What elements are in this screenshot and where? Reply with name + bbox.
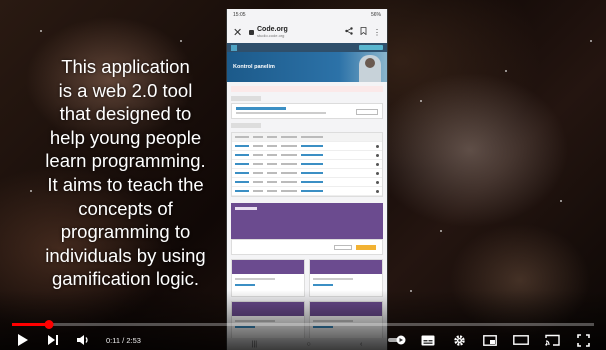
notice-bar bbox=[231, 86, 383, 92]
progress-played bbox=[12, 323, 50, 326]
section-label bbox=[231, 123, 261, 128]
star bbox=[180, 40, 182, 42]
video-frame[interactable]: This application is a web 2.0 tool that … bbox=[0, 0, 606, 350]
url-domain: studio.code.org bbox=[257, 33, 285, 38]
caption-line: help young people bbox=[49, 126, 202, 148]
player-controls: 0:11 / 2:53 bbox=[0, 330, 606, 350]
time-display: 0:11 / 2:53 bbox=[106, 336, 141, 345]
banner-title bbox=[235, 207, 257, 210]
star bbox=[420, 100, 422, 102]
star bbox=[440, 230, 442, 232]
caption-line: that designed to bbox=[59, 103, 192, 125]
course-card bbox=[231, 103, 383, 119]
table-row bbox=[232, 151, 382, 160]
caption-line: This application bbox=[61, 56, 190, 77]
gear-icon[interactable] bbox=[448, 331, 470, 349]
site-logo bbox=[231, 44, 237, 51]
panel-button bbox=[334, 245, 352, 250]
next-icon[interactable] bbox=[42, 331, 64, 349]
autoplay-toggle-icon[interactable] bbox=[386, 331, 408, 349]
progress-bar[interactable] bbox=[12, 320, 594, 329]
course-banner bbox=[231, 203, 383, 239]
more-vert-icon: ⋮ bbox=[373, 27, 381, 37]
header-button bbox=[359, 45, 383, 50]
star bbox=[560, 200, 562, 202]
table-row bbox=[232, 160, 382, 169]
site-header bbox=[227, 43, 387, 52]
star bbox=[505, 70, 507, 72]
caption-line: gamification logic. bbox=[51, 268, 200, 290]
card-button bbox=[356, 109, 378, 115]
url-block: Code.org studio.code.org bbox=[249, 26, 339, 38]
table-row bbox=[232, 142, 382, 151]
bookmark-icon bbox=[359, 27, 367, 37]
fullscreen-icon[interactable] bbox=[572, 331, 594, 349]
card-text bbox=[236, 112, 326, 114]
share-icon bbox=[345, 27, 353, 37]
scrubber-handle[interactable] bbox=[44, 320, 54, 329]
url-title: Code.org bbox=[257, 26, 288, 33]
subtitles-icon[interactable] bbox=[417, 331, 439, 349]
caption-line: individuals by using bbox=[45, 244, 206, 266]
lock-icon bbox=[249, 29, 254, 35]
miniplayer-icon[interactable] bbox=[479, 331, 501, 349]
hero-avatar bbox=[359, 55, 381, 82]
cast-icon[interactable] bbox=[541, 331, 563, 349]
hero-title: Kontrol panelim bbox=[233, 64, 275, 70]
phone-status-bar: 15:05 56% bbox=[227, 9, 387, 21]
table-row bbox=[232, 178, 382, 187]
status-battery: 56% bbox=[370, 12, 381, 18]
panel-button-primary bbox=[356, 245, 376, 250]
star bbox=[590, 40, 592, 42]
time-current: 0:11 bbox=[106, 335, 121, 345]
caption-line: concepts of bbox=[78, 197, 173, 219]
course-panel bbox=[231, 239, 383, 255]
caption-line: is a web 2.0 tool bbox=[58, 79, 193, 101]
time-total: 2:53 bbox=[126, 335, 141, 345]
caption-line: programming to bbox=[60, 221, 191, 243]
dashboard-hero: Kontrol panelim bbox=[227, 52, 387, 82]
overlay-caption: This application is a web 2.0 tool that … bbox=[8, 55, 243, 291]
table-row bbox=[232, 187, 382, 196]
star bbox=[40, 30, 42, 32]
table-row bbox=[232, 169, 382, 178]
volume-icon[interactable] bbox=[72, 331, 94, 349]
card-link bbox=[236, 107, 286, 110]
caption-line: It aims to teach the bbox=[47, 173, 204, 195]
sections-table bbox=[231, 132, 383, 197]
status-time: 15:05 bbox=[233, 12, 246, 18]
browser-bar: ✕ Code.org studio.code.org ⋮ bbox=[227, 21, 387, 43]
play-icon[interactable] bbox=[12, 331, 34, 349]
section-label bbox=[231, 96, 261, 101]
caption-line: learn programming. bbox=[45, 150, 206, 172]
theater-mode-icon[interactable] bbox=[510, 331, 532, 349]
table-header-row bbox=[232, 133, 382, 142]
close-icon: ✕ bbox=[233, 26, 243, 39]
